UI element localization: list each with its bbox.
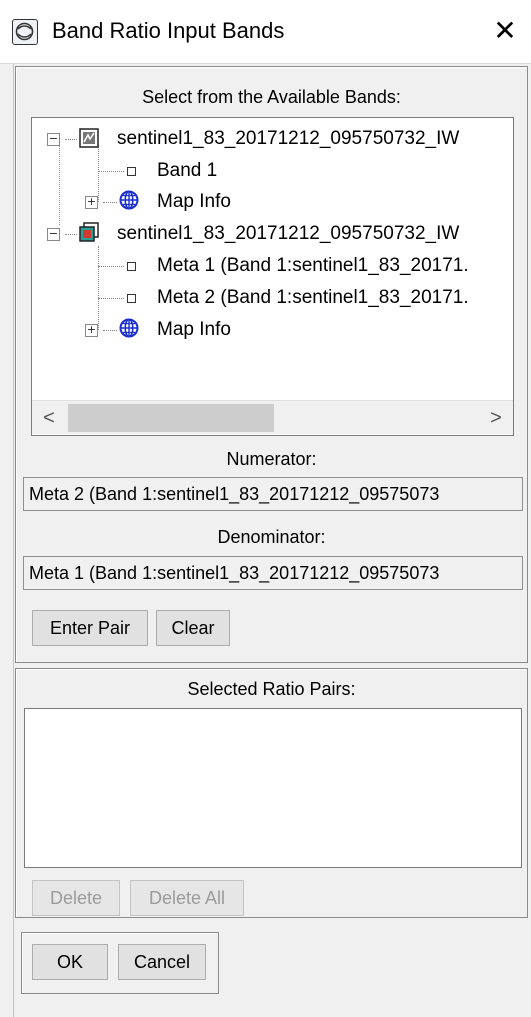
clear-button[interactable]: Clear [156,610,230,646]
horizontal-scrollbar[interactable]: < > [32,400,513,434]
enter-pair-button[interactable]: Enter Pair [32,610,148,646]
delete-button[interactable]: Delete [32,880,120,916]
title-bar: Band Ratio Input Bands ✕ [0,0,531,64]
tree-item-map-info-1[interactable]: Map Info [157,187,231,217]
tree-item-meta-1[interactable]: Meta 1 (Band 1:sentinel1_83_20171. [157,251,469,281]
numerator-field[interactable]: Meta 2 (Band 1:sentinel1_83_20171212_095… [23,477,523,511]
band-leaf-icon [127,167,136,176]
scrollbar-thumb[interactable] [68,404,274,432]
delete-all-button[interactable]: Delete All [130,880,244,916]
selected-pairs-list[interactable] [24,708,522,868]
tree-item-file-1[interactable]: sentinel1_83_20171212_095750732_IW [117,124,459,154]
band-leaf-icon [127,294,136,303]
tree-expand-icon[interactable]: + [85,196,98,209]
numerator-label: Numerator: [226,449,317,469]
tree-item-meta-2[interactable]: Meta 2 (Band 1:sentinel1_83_20171. [157,283,469,313]
available-bands-label: Select from the Available Bands: [142,87,401,107]
globe-icon [119,190,139,210]
tree-collapse-icon[interactable]: − [47,133,60,146]
globe-icon [119,318,139,338]
cancel-button[interactable]: Cancel [118,944,206,980]
close-icon[interactable]: ✕ [488,14,522,48]
raster-stack-icon [79,222,99,242]
tree-item-file-2[interactable]: sentinel1_83_20171212_095750732_IW [117,219,459,249]
ok-button[interactable]: OK [32,944,108,980]
scroll-right-icon[interactable]: > [479,401,513,435]
raster-file-icon [79,128,99,148]
denominator-label: Denominator: [217,527,326,547]
tree-collapse-icon[interactable]: − [47,228,60,241]
tree-item-band-1[interactable]: Band 1 [157,156,217,186]
app-icon [12,19,38,45]
tree-expand-icon[interactable]: + [85,324,98,337]
band-leaf-icon [127,262,136,271]
window-title: Band Ratio Input Bands [52,18,285,43]
denominator-field[interactable]: Meta 1 (Band 1:sentinel1_83_20171212_095… [23,556,523,590]
window-frame-left [0,64,14,1017]
tree-item-map-info-2[interactable]: Map Info [157,315,231,345]
scroll-left-icon[interactable]: < [32,401,66,435]
available-bands-tree[interactable]: − sentinel1_83_20171212_095750732_IW Ban… [31,117,514,436]
selected-pairs-label: Selected Ratio Pairs: [187,679,356,699]
